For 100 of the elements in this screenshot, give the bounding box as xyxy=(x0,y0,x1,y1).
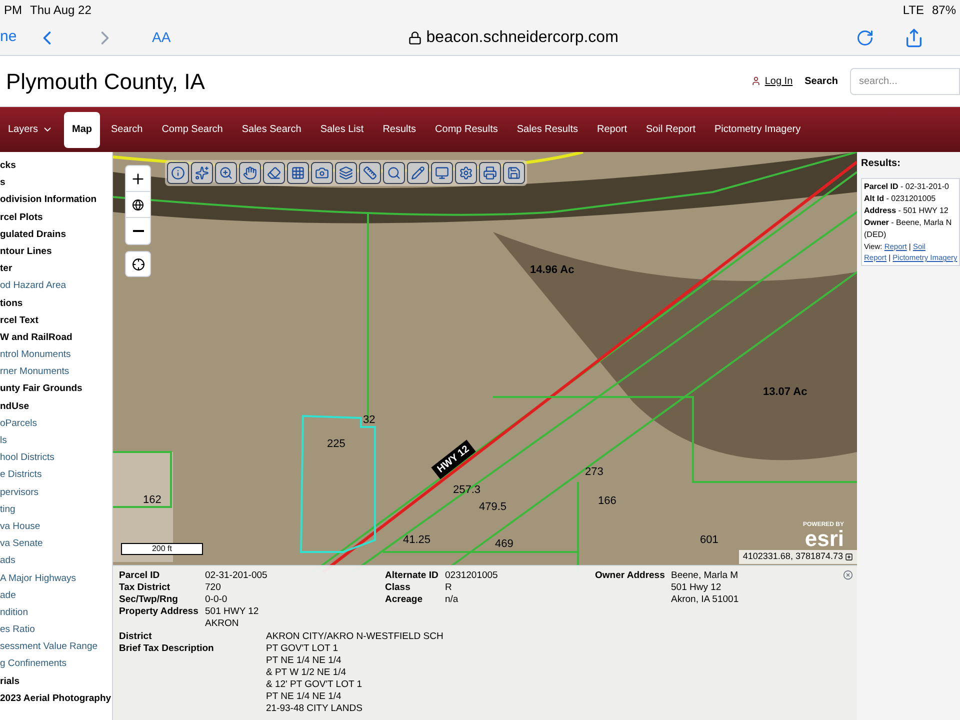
map-tool-button[interactable] xyxy=(359,162,381,184)
crosshair-icon xyxy=(132,258,144,270)
layer-item[interactable]: gulated Drains xyxy=(0,226,112,243)
status-time: PM xyxy=(4,2,22,19)
grid-icon xyxy=(291,166,305,180)
esri-logo: esri xyxy=(804,528,844,550)
map-tool-button[interactable] xyxy=(263,162,285,184)
map-tool-button[interactable] xyxy=(311,162,333,184)
search-icon xyxy=(387,166,401,180)
layer-item[interactable]: sessment Value Range xyxy=(0,638,112,656)
map-tool-button[interactable] xyxy=(503,162,525,184)
layer-item[interactable]: e Districts xyxy=(0,466,112,484)
layer-item[interactable]: odivision Information xyxy=(0,191,112,209)
layer-item[interactable]: rcel Text xyxy=(0,312,112,329)
layer-item[interactable]: ntour Lines xyxy=(0,242,112,260)
nav-tab[interactable]: Layers xyxy=(0,112,62,148)
nav-tab[interactable]: Report xyxy=(589,112,636,148)
map-label: 601 xyxy=(700,533,718,548)
layer-item[interactable]: A Major Highways xyxy=(0,570,112,587)
layer-item[interactable]: pervisors xyxy=(0,484,112,501)
map-tool-button[interactable] xyxy=(215,162,237,184)
layer-item[interactable]: ndition xyxy=(0,604,112,622)
layer-item[interactable]: cks xyxy=(0,157,112,174)
map-label: 273 xyxy=(585,465,604,480)
locate-button[interactable] xyxy=(125,251,151,277)
layer-item[interactable]: rials xyxy=(0,672,112,690)
done-link[interactable]: ne xyxy=(0,26,28,49)
share-icon[interactable] xyxy=(904,28,924,48)
search-label: Search xyxy=(804,74,838,88)
layer-item[interactable]: va Senate xyxy=(0,535,112,552)
layer-item[interactable]: oParcels xyxy=(0,414,112,432)
text-size-button[interactable]: AA xyxy=(152,27,171,48)
layer-item[interactable]: 2023 Aerial Photography xyxy=(0,690,112,707)
monitor-icon xyxy=(435,166,449,180)
lock-icon xyxy=(408,30,422,44)
map-tool-button[interactable] xyxy=(383,162,405,184)
layer-item[interactable]: ntrol Monuments xyxy=(0,346,112,364)
layer-item[interactable]: ads xyxy=(0,552,112,570)
reload-icon[interactable] xyxy=(856,28,874,46)
layer-item[interactable]: ls xyxy=(0,432,112,450)
results-title: Results: xyxy=(861,157,902,171)
nav-tab[interactable]: Comp Results xyxy=(427,112,506,148)
layer-item[interactable]: es Ratio xyxy=(0,621,112,638)
result-line: Alt Id - 0231201005 xyxy=(864,193,937,205)
info-value: Akron, IA 51001 xyxy=(671,594,739,606)
map-tool-button[interactable] xyxy=(431,162,453,184)
layer-item[interactable]: hool Districts xyxy=(0,449,112,466)
map-tool-button[interactable] xyxy=(239,162,261,184)
info-value: AKRON CITY/AKRO N-WESTFIELD SCH xyxy=(266,631,444,643)
scale-bar: 200 ft xyxy=(121,543,203,555)
map-tool-button[interactable] xyxy=(287,162,309,184)
info-label: Brief Tax Description xyxy=(119,643,215,656)
info-label: Parcel ID xyxy=(119,570,161,582)
county-title: Plymouth County, IA xyxy=(6,68,205,96)
info-icon xyxy=(171,166,185,180)
settings-icon xyxy=(459,166,473,180)
map-tool-button[interactable] xyxy=(335,162,357,184)
nav-tab[interactable]: Map xyxy=(64,112,100,148)
layer-item[interactable]: g Confinements xyxy=(0,655,112,673)
layer-item[interactable]: unty Fair Grounds xyxy=(0,380,112,398)
layers-icon xyxy=(339,166,353,180)
layer-item[interactable]: ndUse xyxy=(0,398,112,415)
map-tool-button[interactable] xyxy=(407,162,429,184)
layer-item[interactable]: od Hazard Area xyxy=(0,277,112,294)
nav-tab[interactable]: Soil Report xyxy=(638,112,704,148)
layer-item[interactable]: rcel Plots xyxy=(0,208,112,226)
expand-icon[interactable] xyxy=(845,552,853,561)
layer-item[interactable]: ter xyxy=(0,260,112,278)
info-value: PT GOV'T LOT 1 xyxy=(266,643,340,655)
coordinates-text: 4102331.68, 3781874.73 xyxy=(742,550,843,563)
map-tool-button[interactable] xyxy=(455,162,477,184)
nav-tab[interactable]: Pictometry Imagery xyxy=(706,112,809,148)
map-label: 13.07 Ac xyxy=(763,385,808,400)
layer-item[interactable]: ade xyxy=(0,586,112,604)
layer-item[interactable]: tions xyxy=(0,294,112,312)
nav-tab[interactable]: Sales Search xyxy=(234,112,310,148)
nav-tab[interactable]: Sales Results xyxy=(508,112,586,148)
info-label: Owner Address xyxy=(595,570,666,583)
info-value: & 12' PT GOV'T LOT 1 xyxy=(266,679,362,691)
login-link[interactable]: Log In xyxy=(764,74,793,88)
layer-item[interactable]: rner Monuments xyxy=(0,363,112,380)
close-icon[interactable] xyxy=(843,570,853,580)
search-field[interactable]: search... xyxy=(850,68,960,94)
layer-item[interactable]: W and RailRoad xyxy=(0,328,112,346)
save-icon xyxy=(507,166,521,180)
nav-tab[interactable]: Results xyxy=(374,112,424,148)
layer-item[interactable]: s xyxy=(0,174,112,192)
nav-tab[interactable]: Comp Search xyxy=(154,112,231,148)
layer-item[interactable]: ting xyxy=(0,500,112,518)
layer-item[interactable]: va House xyxy=(0,518,112,536)
map-tool-button[interactable] xyxy=(191,162,213,184)
url-text[interactable]: beacon.schneidercorp.com xyxy=(426,26,618,50)
result-line: Parcel ID - 02-31-201-0 xyxy=(864,181,950,193)
map-tool-button[interactable] xyxy=(479,162,501,184)
map-tool-button[interactable] xyxy=(167,162,189,184)
ruler-icon xyxy=(363,166,377,180)
nav-tab[interactable]: Search xyxy=(103,112,151,148)
network-label: LTE xyxy=(902,2,924,19)
nav-tab[interactable]: Sales List xyxy=(312,112,372,148)
pencil-icon xyxy=(411,166,425,180)
